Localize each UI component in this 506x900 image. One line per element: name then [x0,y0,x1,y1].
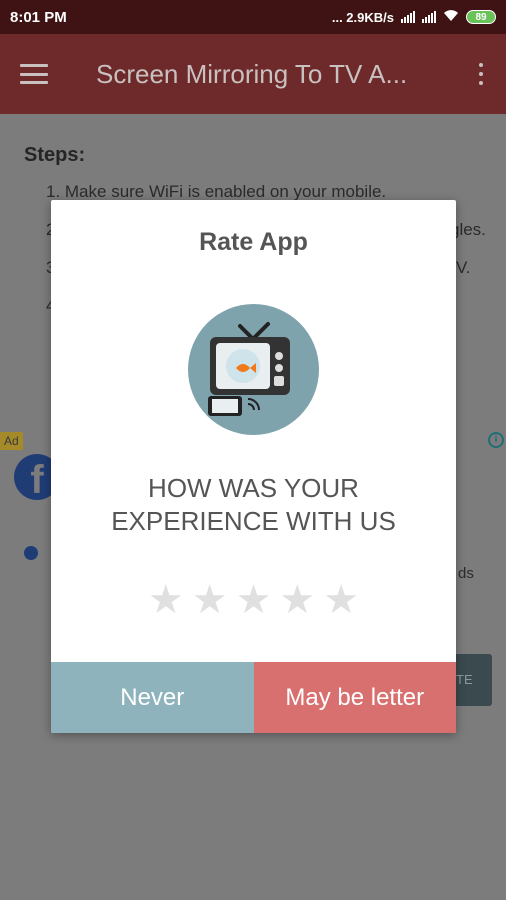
network-speed: ... 2.9KB/s [331,9,394,25]
dialog-buttons: Never May be letter [51,662,456,733]
ad-badge: Ad [0,432,23,450]
star-1-icon[interactable]: ★ [148,580,184,620]
rate-app-dialog: Rate App HOW WAS YOUR EXPERIENCE WITH US [51,200,456,733]
app-bar: Screen Mirroring To TV A... [0,34,506,114]
battery-icon: 89 [466,10,496,24]
more-vert-icon[interactable] [476,63,486,85]
hamburger-icon[interactable] [20,64,48,84]
signal-icon [401,11,415,23]
status-indicators: ... 2.9KB/s 89 [332,10,496,25]
app-title: Screen Mirroring To TV A... [96,58,408,89]
star-2-icon[interactable]: ★ [192,580,228,620]
star-rating[interactable]: ★ ★ ★ ★ ★ [51,580,456,620]
dialog-title: Rate App [199,228,308,256]
info-icon[interactable]: i [488,432,504,448]
wifi-icon [443,9,459,25]
rating-question-line-1: HOW WAS YOUR [148,473,359,503]
tv-mirroring-app-icon [188,304,319,435]
star-4-icon[interactable]: ★ [279,580,315,620]
status-bar: 8:01 PM ... 2.9KB/s 89 [0,0,506,34]
status-time: 8:01 PM [10,8,67,26]
rating-question-line-2: EXPERIENCE WITH US [111,506,396,536]
rating-question: HOW WAS YOUR EXPERIENCE WITH US [51,472,456,538]
step-3-tail: V. [456,258,471,277]
facebook-small-icon [24,546,38,560]
signal-2-icon [422,11,436,23]
never-button[interactable]: Never [51,662,254,733]
ads-text-fragment: ds [458,565,474,582]
steps-heading: Steps: [24,144,86,166]
maybe-later-button[interactable]: May be letter [253,662,456,733]
step-1: 1. Make sure WiFi is enabled on your mob… [46,182,387,201]
star-5-icon[interactable]: ★ [323,580,359,620]
star-3-icon[interactable]: ★ [236,580,272,620]
